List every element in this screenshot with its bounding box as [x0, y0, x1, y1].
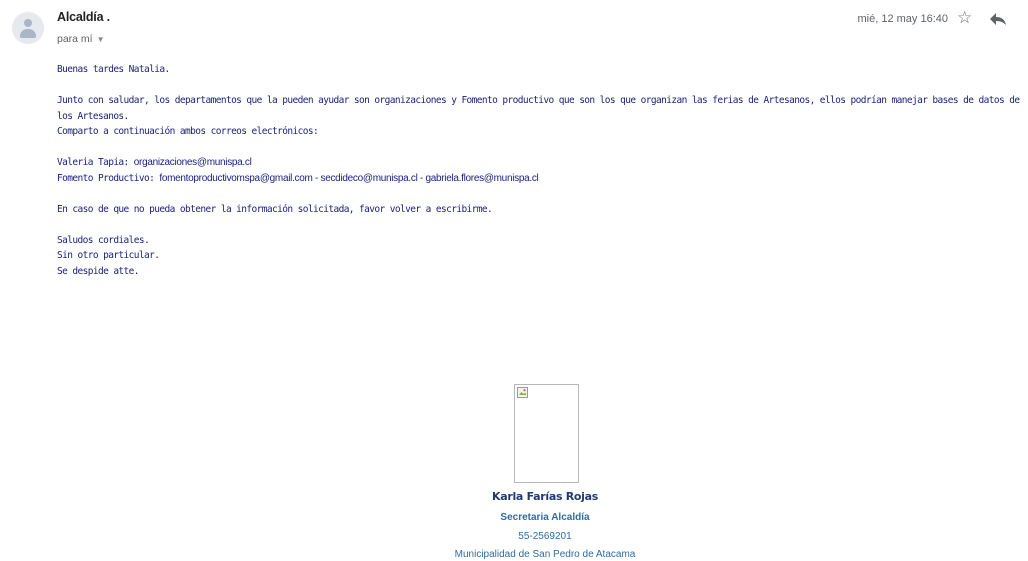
paragraph-line: los Artesanos.: [57, 110, 129, 122]
caret-down-icon[interactable]: ▼: [97, 35, 105, 44]
closing-line: Saludos cordiales.: [57, 234, 150, 246]
greeting: Buenas tardes Natalia.: [57, 64, 170, 75]
broken-image-icon: [517, 387, 528, 398]
reply-icon[interactable]: [988, 11, 1008, 27]
paragraph-line: Comparto a continuación ambos correos el…: [57, 126, 319, 137]
person-icon: [24, 19, 32, 27]
signature-phone: 55-2569201: [518, 531, 572, 542]
paragraph-line: Junto con saludar, los departamentos que…: [57, 95, 1020, 106]
signature-image-placeholder: [514, 384, 579, 483]
signature-organization: Municipalidad de San Pedro de Atacama: [454, 549, 636, 560]
email-link[interactable]: organizaciones@munispa.cl: [134, 157, 252, 168]
star-icon[interactable]: ☆: [957, 9, 972, 26]
email-links[interactable]: fomentoproductivomspa@gmail.com - secdid…: [159, 173, 538, 184]
sender-avatar[interactable]: [12, 12, 44, 44]
closing-line: Se despide atte.: [57, 265, 140, 277]
recipient-details[interactable]: para mí ▼: [57, 33, 105, 45]
email-date: mié, 12 may 16:40: [857, 13, 949, 25]
signature-role: Secretaria Alcaldía: [500, 512, 590, 523]
contact-label: Fomento Productivo:: [57, 172, 160, 184]
recipient-label: para mí: [57, 33, 93, 45]
contact-line-2: Fomento Productivo: fomentoproductivomsp…: [57, 171, 1027, 187]
contact-label: Valeria Tapia:: [57, 157, 134, 168]
more-vert-icon[interactable]: ⋮: [1022, 12, 1028, 26]
contact-line-1: Valeria Tapia: organizaciones@munispa.cl: [57, 155, 1027, 171]
signature-name: Karla Farías Rojas: [491, 490, 599, 503]
person-icon-body: [20, 29, 36, 38]
closing-line: Sin otro particular.: [57, 250, 160, 261]
email-body: Buenas tardes Natalia. Junto con saludar…: [57, 62, 1027, 279]
paragraph-line: En caso de que no pueda obtener la infor…: [57, 203, 493, 215]
sender-name[interactable]: Alcaldía .: [57, 10, 110, 24]
